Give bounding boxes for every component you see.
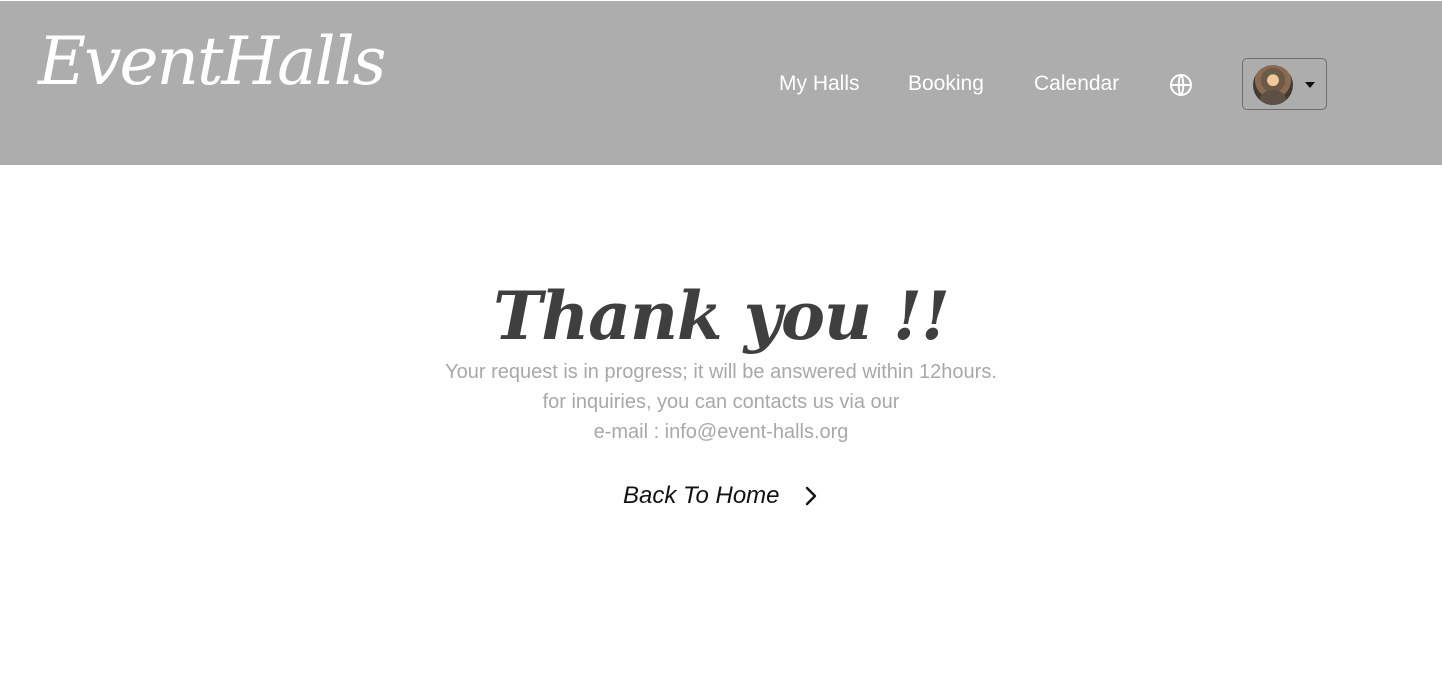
inquiries-message-line: for inquiries, you can contacts us via o… [542,391,900,413]
nav-booking-link[interactable]: Booking [908,71,984,97]
top-navigation-bar: EventHalls My Halls Booking Calendar [0,0,1442,165]
nav-calendar-link[interactable]: Calendar [1034,71,1119,97]
email-contact-line: e-mail : info@event-halls.org [593,421,849,443]
nav-my-halls-link[interactable]: My Halls [779,71,860,97]
globe-icon[interactable] [1169,73,1193,97]
confirmation-message-line: Your request is in progress; it will be … [445,361,997,383]
eventhalls-logo[interactable]: EventHalls [38,29,387,95]
chevron-right-icon [805,486,816,506]
back-to-home-link[interactable]: Back To Home [623,480,824,512]
chevron-down-icon [1305,82,1315,88]
back-to-home-label: Back To Home [623,482,780,509]
user-profile-menu-button[interactable] [1242,58,1327,110]
user-avatar [1253,65,1293,105]
page-title: Thank you !! [493,277,950,356]
